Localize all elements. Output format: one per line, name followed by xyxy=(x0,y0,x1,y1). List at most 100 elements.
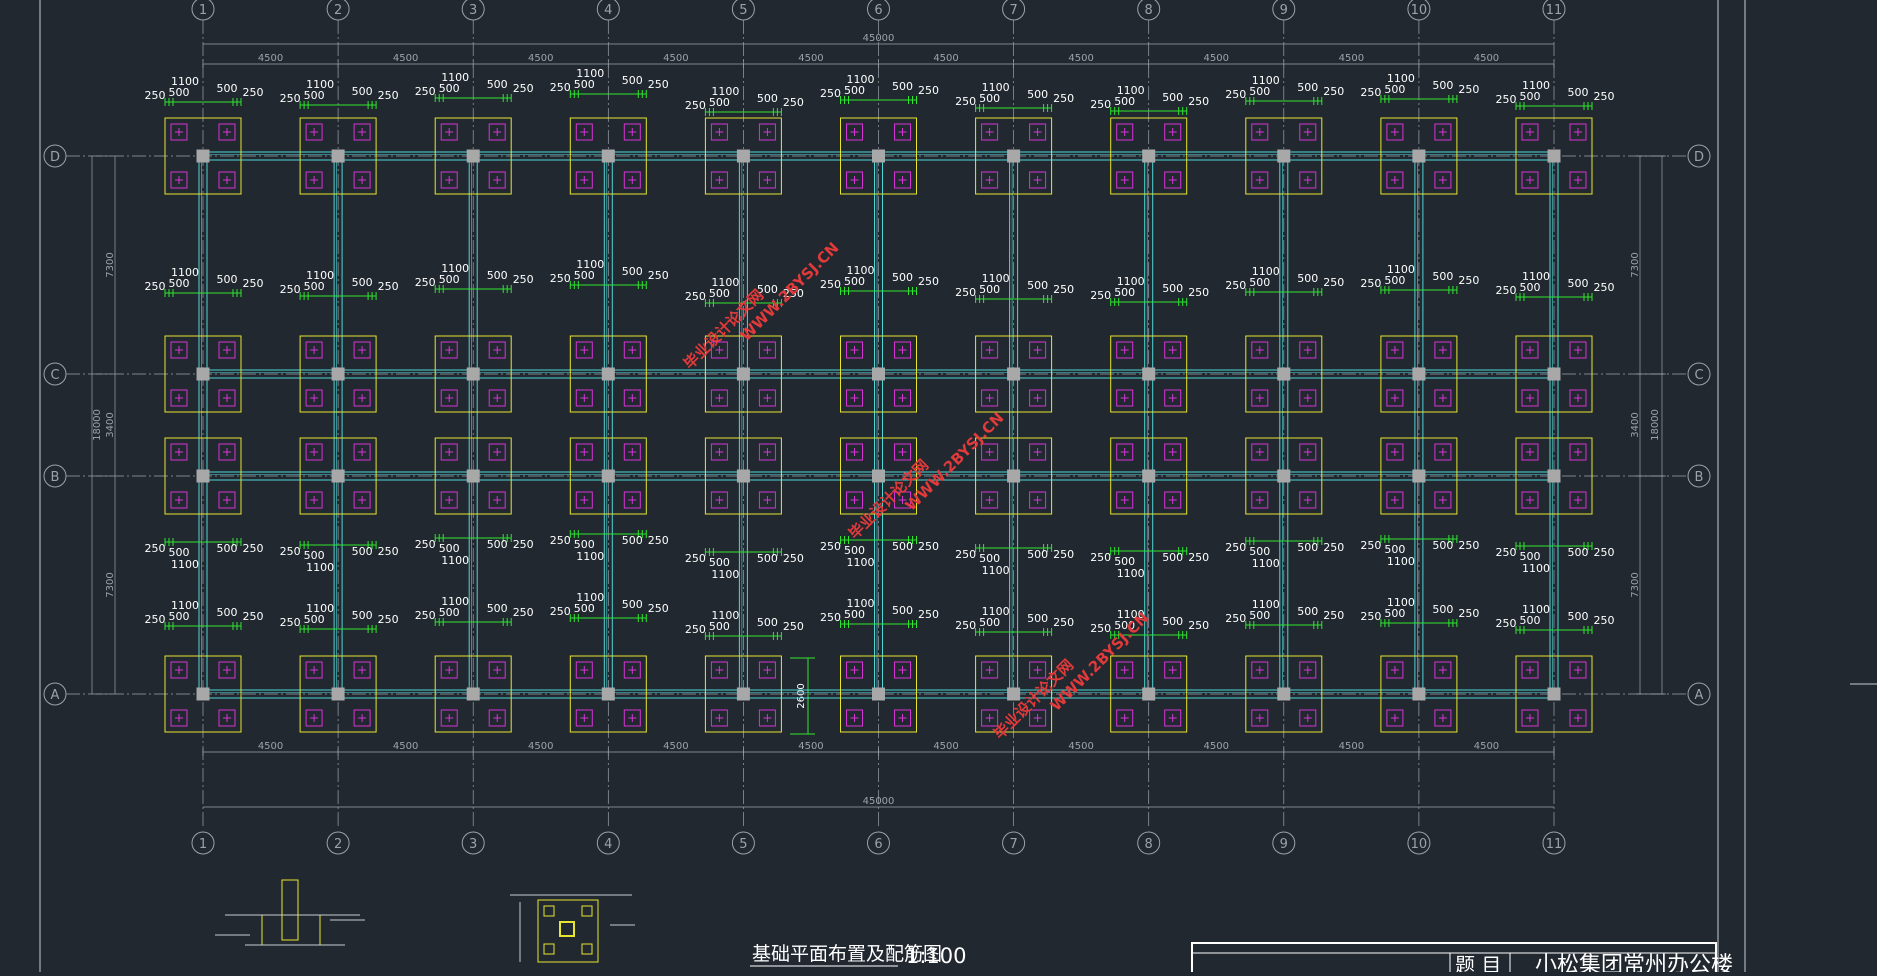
axis-bubble-label: 7 xyxy=(1009,3,1017,18)
axis-bubble-label: D xyxy=(50,150,60,165)
axis-bubble-label: 9 xyxy=(1280,3,1288,18)
rebar-label-inner: 500 xyxy=(1027,279,1048,292)
dimension-label: 4500 xyxy=(1204,53,1229,64)
rebar-label-edge: 250 xyxy=(1188,619,1209,632)
dimension-label: 4500 xyxy=(798,741,823,752)
rebar-label-inner: 500 xyxy=(217,82,238,95)
column-stub xyxy=(1007,687,1021,701)
rebar-label-edge: 250 xyxy=(415,609,436,622)
rebar-label-edge: 250 xyxy=(1090,289,1111,302)
rebar-label-mid: 1100 xyxy=(711,568,739,581)
rebar-label-edge: 250 xyxy=(820,87,841,100)
rebar-label-inner: 500 xyxy=(757,552,778,565)
rebar-label-mid: 1100 xyxy=(306,561,334,574)
dimension-label: 4500 xyxy=(393,741,418,752)
rebar-label-mid: 1100 xyxy=(1117,275,1145,288)
rebar-label-edge: 250 xyxy=(243,277,264,290)
column-stub xyxy=(196,149,210,163)
rebar-label-edge: 250 xyxy=(1323,541,1344,554)
rebar-label-edge: 250 xyxy=(1090,98,1111,111)
rebar-label-mid: 1100 xyxy=(576,591,604,604)
cad-drawing-canvas[interactable]: 4500 4500 4500 4500 4500 4500 4500 4500 4500 4500… xyxy=(0,0,1877,976)
rebar-label-inner: 500 xyxy=(1568,86,1589,99)
rebar-label-edge: 250 xyxy=(1458,607,1479,620)
rebar-label-edge: 250 xyxy=(685,290,706,303)
rebar-label-inner: 500 xyxy=(217,606,238,619)
rebar-label-edge: 250 xyxy=(1458,274,1479,287)
rebar-label-edge: 250 xyxy=(1360,539,1381,552)
rebar-label-edge: 250 xyxy=(1053,92,1074,105)
axis-bubble-label: 5 xyxy=(739,837,747,852)
column-stub xyxy=(1412,687,1426,701)
axis-bubble-label: 6 xyxy=(874,3,882,18)
rebar-label-edge: 250 xyxy=(1594,546,1615,559)
axis-bubble-label: B xyxy=(1695,470,1704,485)
rebar-label-inner: 500 xyxy=(622,74,643,87)
rebar-label-inner: 500 xyxy=(1432,603,1453,616)
rebar-label-mid: 1100 xyxy=(171,558,199,571)
rebar-label-inner: 500 xyxy=(487,538,508,551)
column-stub xyxy=(466,149,480,163)
column-stub xyxy=(1277,367,1291,381)
rebar-label-edge: 250 xyxy=(820,278,841,291)
column-stub xyxy=(196,367,210,381)
dimension-label: 4500 xyxy=(1204,741,1229,752)
rebar-label-mid: 1100 xyxy=(441,554,469,567)
axis-bubble-label: 10 xyxy=(1411,837,1428,852)
rebar-label-edge: 250 xyxy=(918,540,939,553)
rebar-label-edge: 250 xyxy=(1090,551,1111,564)
column-stub xyxy=(872,687,885,701)
rebar-label-mid: 1100 xyxy=(1522,562,1550,575)
axis-bubble-label: 6 xyxy=(874,837,882,852)
watermark-1: 毕业设计论文网 WWW.2BYSJ.CN xyxy=(680,239,842,373)
dimension-label: 4500 xyxy=(1068,53,1093,64)
rebar-label-edge: 250 xyxy=(1360,610,1381,623)
column-stub xyxy=(736,469,750,483)
axis-bubble-label: 9 xyxy=(1280,837,1288,852)
dimension-label: 7300 xyxy=(105,252,116,277)
column-stub xyxy=(736,149,750,163)
axis-bubble-label: A xyxy=(51,688,60,703)
rebar-label-edge: 250 xyxy=(648,78,669,91)
rebar-label-edge: 250 xyxy=(955,548,976,561)
rebar-label-edge: 250 xyxy=(918,608,939,621)
rebar-label-inner: 500 xyxy=(1568,277,1589,290)
column-stub xyxy=(1547,367,1561,381)
foundation-plan: 4500 4500 4500 4500 4500 4500 4500 4500 4500 4500… xyxy=(39,0,1877,976)
rebar-label-edge: 250 xyxy=(820,540,841,553)
rebar-label-mid: 1100 xyxy=(441,595,469,608)
dimension-label: 7300 xyxy=(1630,252,1641,277)
rebar-label-edge: 250 xyxy=(1458,83,1479,96)
rebar-label-edge: 250 xyxy=(280,616,301,629)
rebar-label-edge: 250 xyxy=(783,552,804,565)
rebar-label-mid: 1100 xyxy=(1117,84,1145,97)
rebar-label-mid: 1100 xyxy=(1522,603,1550,616)
column-stub xyxy=(1547,687,1561,701)
column-stub xyxy=(601,149,615,163)
rebar-label-inner: 500 xyxy=(1432,79,1453,92)
rebar-label-edge: 250 xyxy=(415,538,436,551)
dimension-label: 18000 xyxy=(1650,409,1661,441)
column-stub xyxy=(1142,367,1156,381)
rebar-label-mid: 1100 xyxy=(576,258,604,271)
rebar-label-edge: 250 xyxy=(378,89,399,102)
rebar-label-edge: 250 xyxy=(1053,616,1074,629)
dimension-label: 4500 xyxy=(1339,53,1364,64)
rebar-label-mid: 1100 xyxy=(1387,555,1415,568)
axis-bubble-label: C xyxy=(1694,368,1703,383)
dimension-label: 4500 xyxy=(933,53,958,64)
title-block: 题 目 小松集团常州办公楼 xyxy=(1191,942,1733,976)
axis-bubble-label: 5 xyxy=(739,3,747,18)
rebar-label-edge: 250 xyxy=(550,272,571,285)
rebar-label-edge: 250 xyxy=(1188,551,1209,564)
dimension-label: 4500 xyxy=(393,53,418,64)
rebar-label-inner: 500 xyxy=(892,604,913,617)
column-stub xyxy=(1007,469,1021,483)
column-stub xyxy=(1547,149,1561,163)
rebar-label-inner: 500 xyxy=(1297,605,1318,618)
rebar-label-edge: 250 xyxy=(145,613,166,626)
rebar-label-edge: 250 xyxy=(1225,612,1246,625)
rebar-label-inner: 500 xyxy=(1162,91,1183,104)
rebar-label-mid: 1100 xyxy=(576,550,604,563)
rebar-label-edge: 250 xyxy=(1496,617,1517,630)
